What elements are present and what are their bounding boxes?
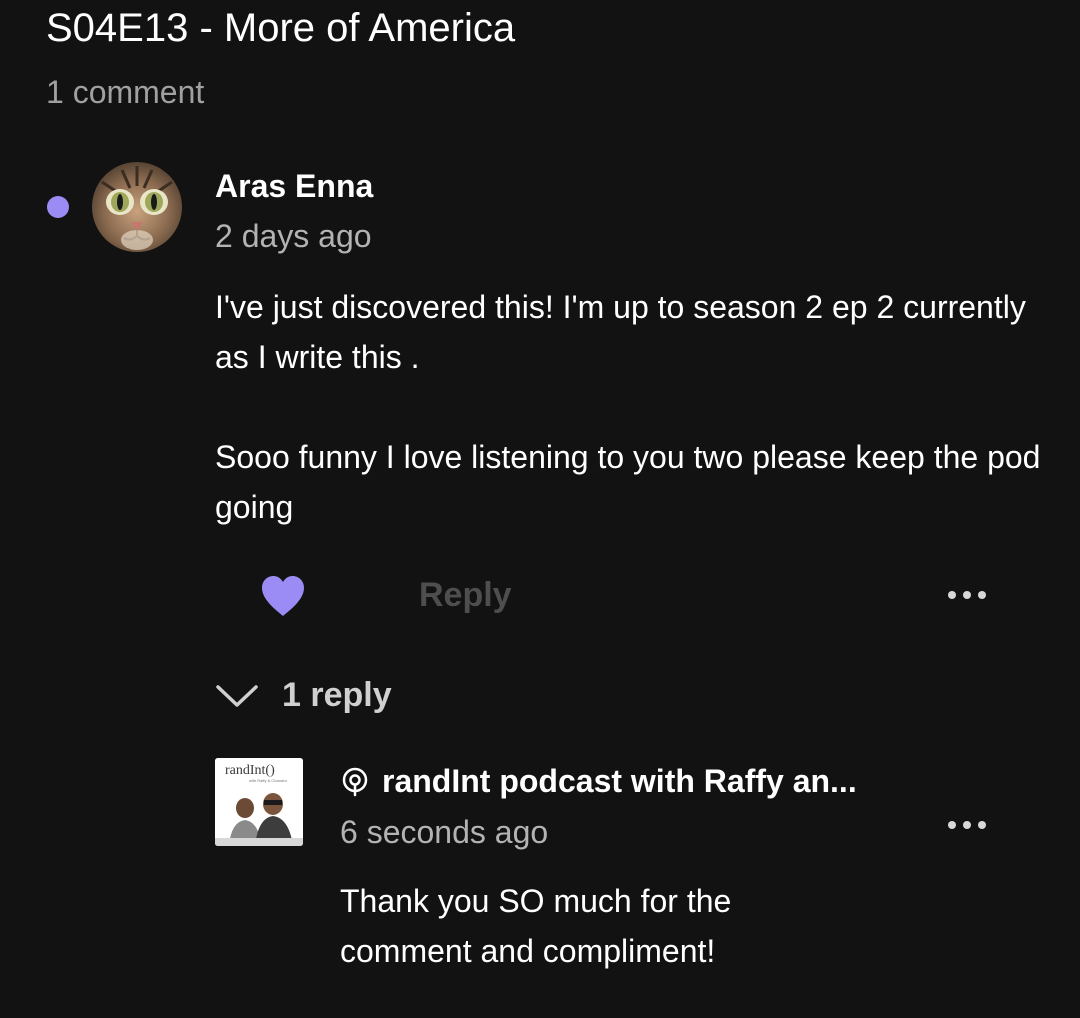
comment-timestamp: 2 days ago: [215, 218, 372, 254]
commenter-name[interactable]: Aras Enna: [215, 168, 373, 205]
like-heart-icon[interactable]: [258, 572, 308, 620]
reply-author-name: randInt podcast with Raffy an...: [382, 763, 857, 799]
reply-button[interactable]: Reply: [419, 576, 512, 615]
reply-author[interactable]: randInt podcast with Raffy an...: [340, 763, 857, 800]
reply-more-options-icon[interactable]: [937, 810, 997, 840]
comment-text: I've just discovered this! I'm up to sea…: [215, 282, 1045, 532]
logo-subtext: with Raffy & Chandra: [249, 778, 287, 783]
comment-paragraph: Sooo funny I love listening to you two p…: [215, 439, 1041, 525]
podcast-logo-icon: randInt() with Raffy & Chandra: [215, 758, 303, 846]
reply-timestamp: 6 seconds ago: [340, 814, 549, 850]
unread-indicator-dot: [47, 196, 69, 218]
replies-count-label: 1 reply: [282, 676, 392, 714]
podcast-creator-icon: [342, 767, 368, 796]
episode-title: S04E13 - More of America: [46, 6, 516, 50]
comment-count: 1 comment: [46, 74, 205, 110]
chevron-down-icon: [216, 684, 258, 707]
commenter-avatar[interactable]: [92, 162, 182, 252]
reply-text: Thank you SO much for the comment and co…: [340, 883, 732, 969]
replies-toggle[interactable]: 1 reply: [214, 676, 392, 715]
logo-text: randInt(): [225, 763, 275, 778]
cat-face-avatar-icon: [92, 162, 182, 252]
podcast-avatar[interactable]: randInt() with Raffy & Chandra: [215, 758, 303, 846]
comment-paragraph: I've just discovered this! I'm up to sea…: [215, 289, 1026, 375]
comment-more-options-icon[interactable]: [937, 580, 997, 610]
